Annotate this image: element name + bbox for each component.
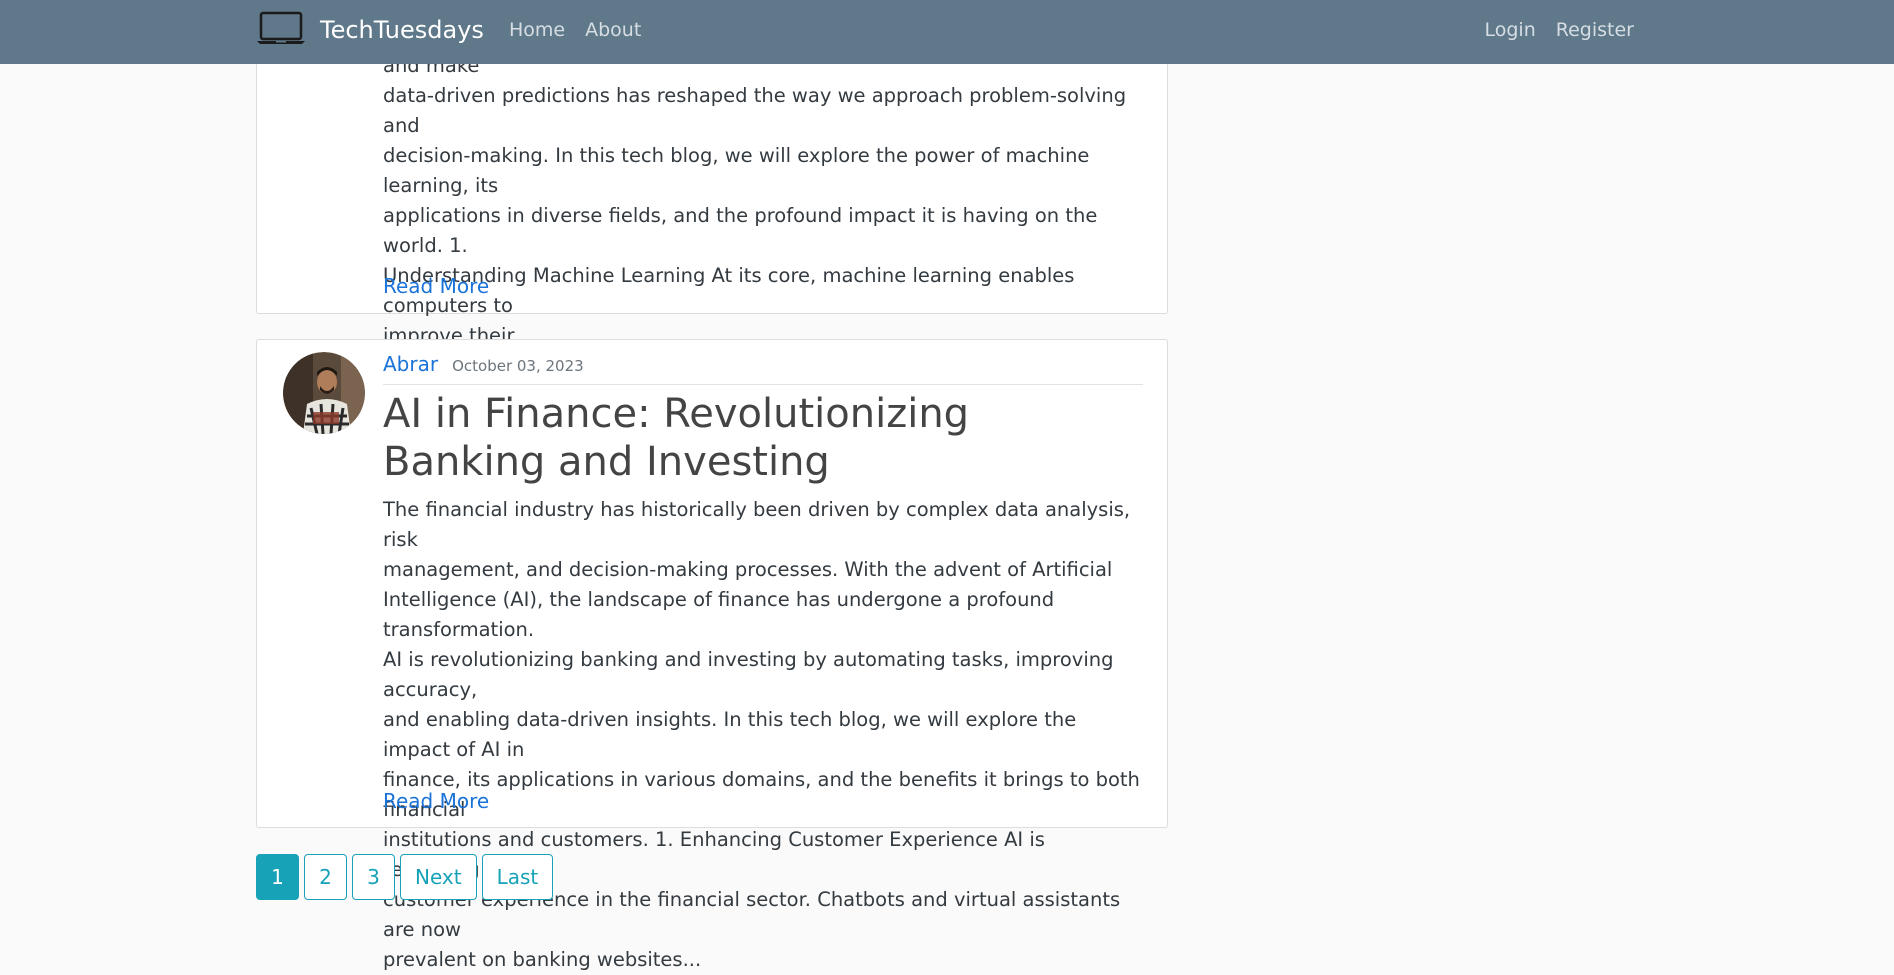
page-3-button[interactable]: 3 <box>352 854 395 900</box>
article-excerpt: The financial industry has historically … <box>383 495 1143 975</box>
nav-login-link[interactable]: Login <box>1485 19 1536 41</box>
excerpt-line: Understanding Machine Learning At its co… <box>383 264 1075 317</box>
navbar: TechTuesdays Home About Login Register <box>0 0 1894 64</box>
article-card: Abrar October 03, 2023 AI in Finance: Re… <box>256 339 1168 971</box>
page-2-button[interactable]: 2 <box>304 854 347 900</box>
article-meta: Abrar October 03, 2023 <box>383 352 1143 385</box>
excerpt-line: decision-making. In this tech blog, we w… <box>383 144 1090 197</box>
pagination: 1 2 3 Next Last <box>256 854 554 900</box>
read-more-link[interactable]: Read More <box>383 274 489 298</box>
article-title[interactable]: AI in Finance: Revolutionizing Banking a… <box>383 390 1143 486</box>
excerpt-line: The financial industry has historically … <box>383 498 1131 551</box>
excerpt-line: management, and decision-making processe… <box>383 558 1113 581</box>
nav-auth: Login Register <box>1485 0 1635 60</box>
page-1-button[interactable]: 1 <box>256 854 299 900</box>
nav-register-link[interactable]: Register <box>1556 19 1634 41</box>
excerpt-line: data-driven predictions has reshaped the… <box>383 84 1127 137</box>
excerpt-line: AI is revolutionizing banking and invest… <box>383 648 1114 701</box>
nav-main: Home About <box>509 0 641 60</box>
brand-link[interactable]: TechTuesdays <box>256 0 484 60</box>
brand-name: TechTuesdays <box>320 16 484 44</box>
nav-home-link[interactable]: Home <box>509 19 565 41</box>
author-link[interactable]: Abrar <box>383 352 438 376</box>
excerpt-line: finance, its applications in various dom… <box>383 768 1140 821</box>
last-page-button[interactable]: Last <box>481 854 554 900</box>
post-date: October 03, 2023 <box>452 357 584 375</box>
excerpt-line: prevalent on banking websites... <box>383 948 702 971</box>
nav-about-link[interactable]: About <box>585 19 641 41</box>
laptop-icon <box>256 10 306 50</box>
excerpt-line: applications in diverse fields, and the … <box>383 204 1098 257</box>
excerpt-line: and enabling data-driven insights. In th… <box>383 708 1077 761</box>
excerpt-line: Intelligence (AI), the landscape of fina… <box>383 588 1055 641</box>
next-page-button[interactable]: Next <box>400 854 477 900</box>
author-avatar[interactable] <box>283 352 365 434</box>
read-more-link[interactable]: Read More <box>383 789 489 813</box>
